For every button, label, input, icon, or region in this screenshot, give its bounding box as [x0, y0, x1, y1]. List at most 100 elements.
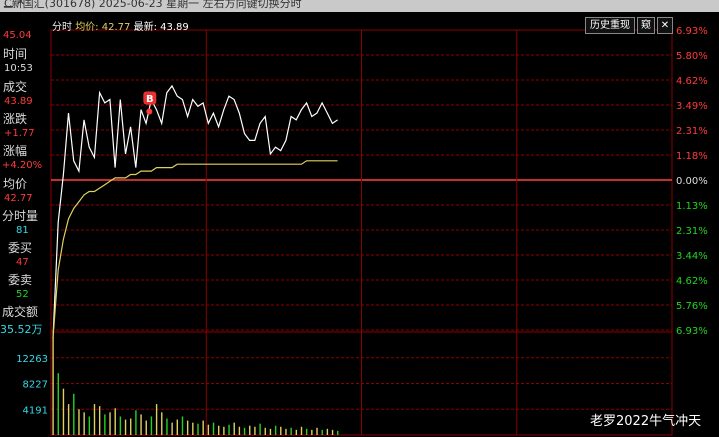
- price-axis-top: 45.04: [3, 30, 32, 41]
- change-value: +1.77: [4, 128, 35, 139]
- volume-bar: [145, 420, 147, 435]
- sell-label: 委卖: [8, 273, 33, 287]
- volume-bar: [259, 423, 261, 435]
- volume-bar: [192, 422, 194, 435]
- volume-bar: [98, 406, 101, 435]
- buy-marker-label: B: [146, 94, 154, 105]
- volume-tick-label: 4191: [23, 405, 48, 416]
- change-label: 涨跌: [3, 112, 28, 126]
- volume-tick-label: 12263: [16, 354, 48, 365]
- volume-bar: [223, 426, 225, 435]
- volume-bar: [130, 418, 132, 435]
- pct-tick-label: 1.18%: [676, 151, 708, 162]
- volume-bar: [243, 427, 246, 435]
- pct-tick-label: 3.44%: [676, 251, 708, 262]
- volume-bar: [316, 427, 318, 435]
- volume-bar: [186, 420, 189, 435]
- volume-bar: [254, 426, 256, 435]
- volume-bar: [83, 412, 85, 435]
- volume-bar: [140, 414, 142, 435]
- chart-legend: 分时 均价: 42.77 最新: 43.89: [52, 18, 189, 33]
- minute-vol-label: 分时量: [2, 209, 39, 223]
- volume-bar: [249, 425, 251, 435]
- pct-tick-label: 1.13%: [676, 201, 708, 212]
- volume-bar: [321, 429, 323, 435]
- volume-bar: [274, 425, 277, 435]
- pct-value: +4.20%: [2, 160, 43, 171]
- legend-mode: 分时: [52, 22, 72, 33]
- volume-bar: [233, 422, 235, 435]
- pct-tick-label: 4.62%: [676, 276, 708, 287]
- watermark: 老罗2022牛气冲天: [590, 414, 702, 429]
- volume-bar: [331, 429, 334, 435]
- volume-bar: [305, 428, 308, 435]
- volume-bar: [114, 408, 116, 435]
- volume-bar: [135, 410, 137, 435]
- volume-bar: [62, 388, 65, 435]
- volume-bar: [155, 404, 158, 435]
- volume-bar: [88, 416, 91, 435]
- volume-bar: [176, 419, 178, 435]
- pct-tick-label: 5.80%: [676, 51, 708, 62]
- volume-bar: [171, 422, 173, 435]
- volume-bar: [207, 424, 210, 435]
- volume-bar: [124, 419, 127, 435]
- pct-tick-label: 3.49%: [676, 101, 708, 112]
- volume-bar: [57, 373, 59, 435]
- volume-bar: [280, 426, 282, 435]
- pct-tick-label: 5.76%: [676, 301, 708, 312]
- volume-bar: [67, 404, 70, 435]
- volume-bar: [264, 427, 266, 435]
- collapse-button[interactable]: ✕: [657, 17, 673, 34]
- pct-tick-label: 2.31%: [676, 226, 708, 237]
- avg-value: 42.77: [4, 193, 33, 204]
- zoom-button[interactable]: 窥: [637, 17, 655, 34]
- volume-bar: [337, 430, 339, 435]
- volume-bar: [326, 428, 329, 435]
- volume-bar: [300, 426, 303, 435]
- buy-value: 47: [16, 257, 29, 268]
- intraday-chart[interactable]: 6.93% 5.80% 4.62% 3.49% 2.31% 1.18% 0.00% 1.13%…: [0, 12, 719, 437]
- pct-tick-label: 6.93%: [676, 326, 708, 337]
- time-value: 10:53: [4, 63, 33, 74]
- legend-avg-label: 均价:: [75, 22, 99, 33]
- pct-tick-label: 0.00%: [676, 176, 708, 187]
- deal-value: 43.89: [4, 96, 33, 107]
- price-line: [52, 84, 338, 339]
- time-label: 时间: [3, 47, 28, 61]
- pct-tick-label: 2.31%: [676, 126, 708, 137]
- volume-bar: [197, 423, 199, 435]
- volume-bar: [93, 404, 96, 435]
- legend-avg-value: 42.77: [101, 22, 131, 33]
- title-bar: C新国汇(301678) 2025-06-23 星期一 左右方向键切换分时 ▁ …: [0, 0, 719, 12]
- volume-bar: [73, 393, 75, 435]
- amount-value: 35.52万: [0, 323, 43, 336]
- legend-last-value: 43.89: [160, 22, 189, 33]
- volume-bar: [218, 425, 220, 435]
- amount-label: 成交额: [2, 305, 39, 319]
- volume-bar: [285, 428, 287, 435]
- pct-tick-label: 6.93%: [676, 26, 708, 37]
- buy-marker-dot: [146, 108, 153, 115]
- volume-bar: [295, 429, 298, 435]
- history-replay-button[interactable]: 历史重现: [585, 17, 635, 34]
- volume-bar: [202, 420, 204, 435]
- volume-bar: [311, 429, 313, 435]
- legend-last-label: 最新:: [133, 22, 157, 33]
- volume-tick-label: 8227: [23, 380, 48, 391]
- minute-vol-value: 81: [16, 225, 29, 236]
- volume-bar: [119, 416, 122, 435]
- volume-bar: [238, 426, 241, 435]
- volume-bar: [78, 409, 80, 435]
- volume-bar: [109, 412, 111, 435]
- sell-value: 52: [16, 289, 29, 300]
- average-price-line: [52, 160, 338, 339]
- volume-bar: [228, 424, 230, 435]
- volume-bar: [104, 414, 106, 435]
- volume-bar: [290, 427, 292, 435]
- volume-bar: [161, 412, 163, 435]
- volume-bar: [181, 416, 184, 435]
- chart-canvas[interactable]: 6.93% 5.80% 4.62% 3.49% 2.31% 1.18% 0.00% 1.13%…: [0, 12, 719, 437]
- pct-tick-label: 4.62%: [676, 76, 708, 87]
- window-controls[interactable]: ▁ ✕: [4, 0, 715, 8]
